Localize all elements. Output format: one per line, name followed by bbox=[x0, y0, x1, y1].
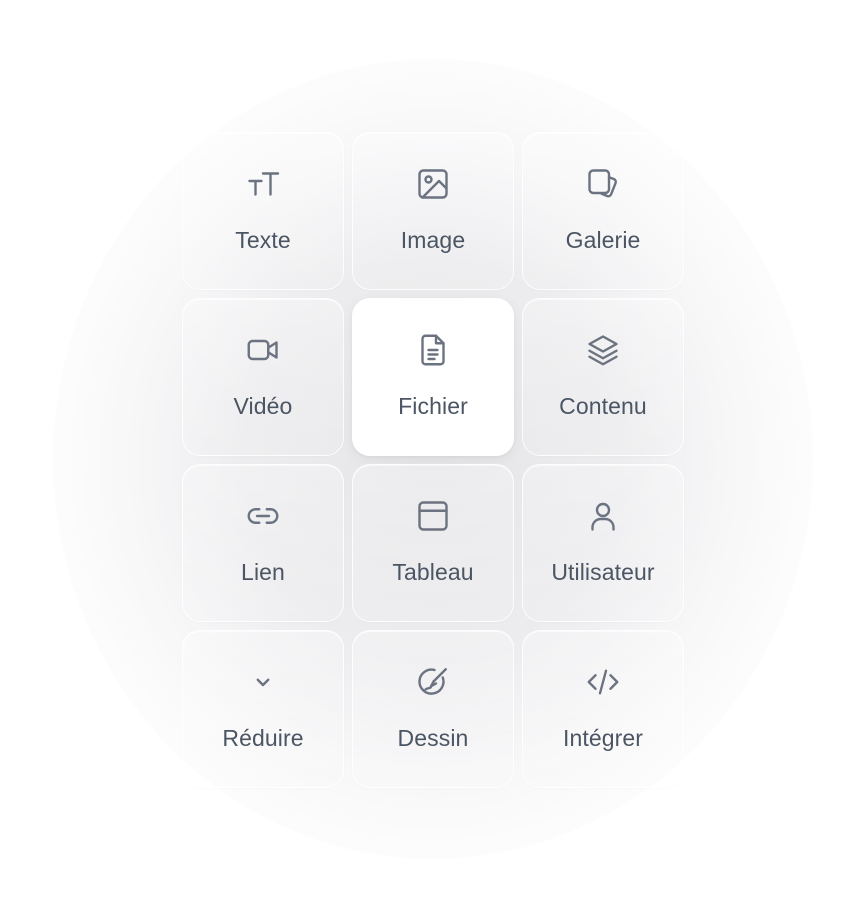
user-icon bbox=[585, 498, 621, 534]
tile-lien[interactable]: Lien bbox=[182, 464, 344, 622]
tile-video[interactable]: Vidéo bbox=[182, 298, 344, 456]
link-icon bbox=[245, 498, 281, 534]
tile-label: Lien bbox=[241, 559, 285, 585]
tile-reduire[interactable]: Réduire bbox=[182, 630, 344, 788]
tile-tableau[interactable]: Tableau bbox=[352, 464, 514, 622]
tile-label: Contenu bbox=[559, 393, 647, 419]
gallery-icon bbox=[585, 166, 621, 202]
tile-label: Image bbox=[400, 227, 466, 253]
tile-galerie[interactable]: Galerie bbox=[522, 132, 684, 290]
insert-block-grid: Texte Image Galerie Vidéo Fichier Conten… bbox=[182, 132, 684, 788]
tile-integrer[interactable]: Intégrer bbox=[522, 630, 684, 788]
video-icon bbox=[245, 332, 281, 368]
tile-image[interactable]: Image bbox=[352, 132, 514, 290]
tile-label: Intégrer bbox=[562, 725, 644, 751]
tile-label: Utilisateur bbox=[551, 559, 655, 585]
drawing-icon bbox=[415, 664, 451, 700]
layers-icon bbox=[585, 332, 621, 368]
text-size-icon bbox=[245, 166, 281, 202]
tile-utilisateur[interactable]: Utilisateur bbox=[522, 464, 684, 622]
tile-label: Vidéo bbox=[233, 393, 293, 419]
tile-label: Fichier bbox=[398, 393, 468, 419]
tile-label: Réduire bbox=[222, 725, 304, 751]
tile-fichier[interactable]: Fichier bbox=[352, 298, 514, 456]
tile-contenu[interactable]: Contenu bbox=[522, 298, 684, 456]
tile-label: Tableau bbox=[392, 559, 474, 585]
tile-label: Dessin bbox=[397, 725, 469, 751]
image-icon bbox=[415, 166, 451, 202]
chevron-down-icon bbox=[245, 664, 281, 700]
tile-dessin[interactable]: Dessin bbox=[352, 630, 514, 788]
table-icon bbox=[415, 498, 451, 534]
tile-label: Texte bbox=[235, 227, 291, 253]
tile-texte[interactable]: Texte bbox=[182, 132, 344, 290]
tile-label: Galerie bbox=[565, 227, 641, 253]
code-icon bbox=[585, 664, 621, 700]
file-icon bbox=[415, 332, 451, 368]
